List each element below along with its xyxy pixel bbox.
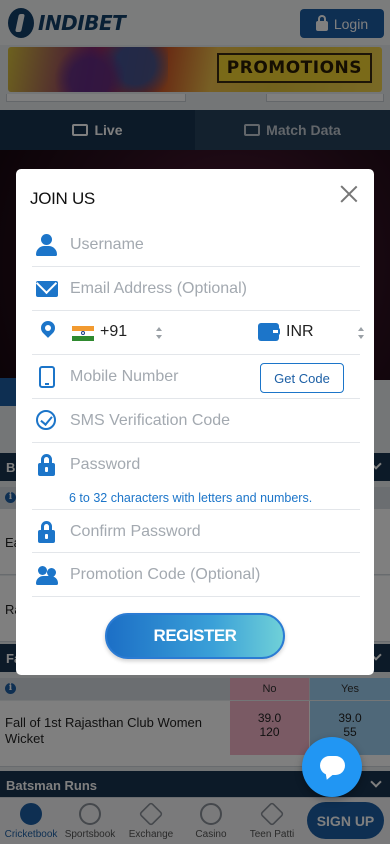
- mail-icon: [36, 281, 58, 297]
- chat-bubble-icon: [320, 756, 345, 775]
- sort-arrows-icon: [358, 327, 364, 339]
- password-hint: 6 to 32 characters with letters and numb…: [69, 491, 313, 505]
- confirm-password-row: [32, 509, 360, 553]
- password-input[interactable]: [70, 443, 350, 486]
- email-row: [32, 267, 360, 311]
- verified-check-icon: [36, 410, 56, 430]
- dial-code: +91: [100, 323, 128, 340]
- lock-icon: [36, 454, 58, 476]
- chat-button[interactable]: [302, 737, 362, 797]
- close-icon[interactable]: [340, 185, 358, 203]
- promo-code-input[interactable]: [70, 553, 350, 596]
- currency-value: INR: [286, 323, 314, 340]
- get-code-button[interactable]: Get Code: [260, 363, 344, 393]
- email-input[interactable]: [70, 267, 350, 310]
- sms-code-input[interactable]: [70, 399, 350, 442]
- location-pin-icon: [38, 318, 58, 343]
- users-group-icon: [36, 564, 58, 586]
- register-button[interactable]: REGISTER: [105, 613, 285, 659]
- sms-row: [32, 399, 360, 443]
- sort-arrows-icon: [156, 327, 162, 339]
- india-flag-icon: [72, 326, 94, 341]
- wallet-icon: [258, 323, 280, 341]
- promo-code-row: [32, 553, 360, 597]
- confirm-password-input[interactable]: [70, 510, 350, 553]
- lock-icon: [36, 521, 58, 543]
- phone-icon: [39, 366, 55, 388]
- password-row: [32, 443, 360, 487]
- modal-title: JOIN US: [30, 189, 95, 208]
- username-row: [32, 223, 360, 267]
- country-currency-row: +91 INR: [32, 311, 364, 355]
- user-icon: [36, 234, 58, 256]
- mobile-input[interactable]: [70, 355, 260, 398]
- username-input[interactable]: [70, 223, 350, 266]
- join-us-modal: JOIN US +91 INR Get Code 6 to 32 cha: [16, 169, 374, 675]
